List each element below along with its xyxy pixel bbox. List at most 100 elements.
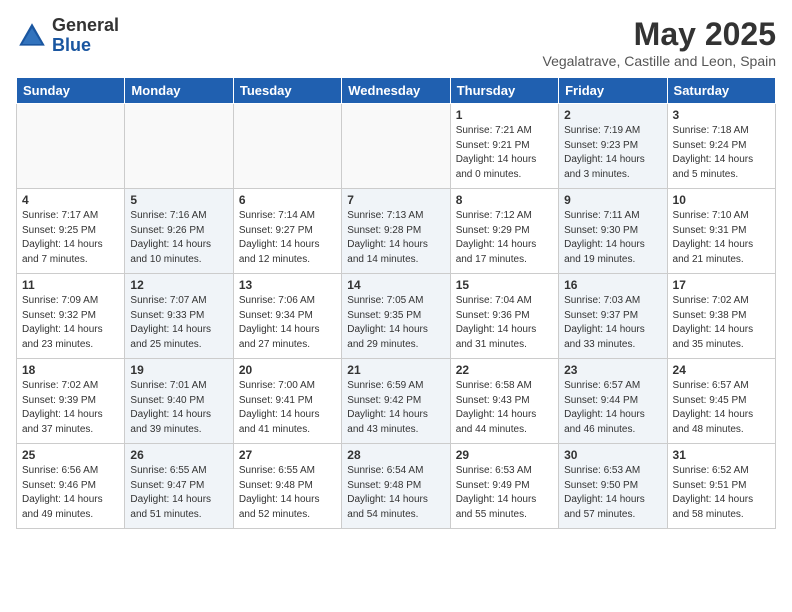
page-header: General Blue May 2025 Vegalatrave, Casti… — [16, 16, 776, 69]
month-title: May 2025 — [543, 16, 777, 53]
day-number: 25 — [22, 448, 119, 462]
calendar-cell: 10Sunrise: 7:10 AM Sunset: 9:31 PM Dayli… — [667, 189, 775, 274]
col-header-saturday: Saturday — [667, 78, 775, 104]
col-header-thursday: Thursday — [450, 78, 558, 104]
day-info: Sunrise: 6:57 AM Sunset: 9:45 PM Dayligh… — [673, 379, 770, 437]
day-number: 21 — [347, 363, 444, 377]
calendar-cell: 29 Sunrise: 6:53 AM Sunset: 9:49 PM Dayli… — [450, 444, 558, 529]
calendar-cell: 7 Sunrise: 7:13 AM Sunset: 9:28 PM Daylig… — [342, 189, 450, 274]
day-number: 7 — [347, 193, 444, 207]
calendar-cell: 14 Sunrise: 7:05 AM Sunset: 9:35 PM Dayli… — [342, 274, 450, 359]
day-number: 1 — [456, 108, 553, 122]
calendar-cell: 9 Sunrise: 7:11 AM Sunset: 9:30 PM Daylig… — [559, 189, 667, 274]
day-number: 26 — [130, 448, 227, 462]
title-block: May 2025 Vegalatrave, Castille and Leon,… — [543, 16, 777, 69]
day-info: Sunrise: 6:57 AM Sunset: 9:44 PM Dayligh… — [564, 379, 661, 437]
day-number: 29 — [456, 448, 553, 462]
calendar-cell: 3 Sunrise: 7:18 AM Sunset: 9:24 PM Daylig… — [667, 104, 775, 189]
day-number: 19 — [130, 363, 227, 377]
calendar-cell: 6 Sunrise: 7:14 AM Sunset: 9:27 PM Daylig… — [233, 189, 341, 274]
calendar-cell: 16Sunrise: 7:03 AM Sunset: 9:37 PM Dayli… — [559, 274, 667, 359]
day-info: Sunrise: 7:17 AM Sunset: 9:25 PM Dayligh… — [22, 209, 119, 267]
day-number: 6 — [239, 193, 336, 207]
col-header-friday: Friday — [559, 78, 667, 104]
calendar-cell: 31 Sunrise: 6:52 AM Sunset: 9:51 PM Dayli… — [667, 444, 775, 529]
day-info: Sunrise: 7:19 AM Sunset: 9:23 PM Dayligh… — [564, 124, 661, 182]
day-info: Sunrise: 6:56 AM Sunset: 9:46 PM Dayligh… — [22, 464, 119, 522]
calendar-cell: 17 Sunrise: 7:02 AM Sunset: 9:38 PM Dayli… — [667, 274, 775, 359]
day-number: 31 — [673, 448, 770, 462]
day-info: Sunrise: 7:10 AM Sunset: 9:31 PM Dayligh… — [673, 209, 770, 267]
day-number: 9 — [564, 193, 661, 207]
calendar-cell: 8 Sunrise: 7:12 AM Sunset: 9:29 PM Daylig… — [450, 189, 558, 274]
calendar-cell: 13Sunrise: 7:06 AM Sunset: 9:34 PM Dayli… — [233, 274, 341, 359]
day-info: Sunrise: 7:18 AM Sunset: 9:24 PM Dayligh… — [673, 124, 770, 182]
calendar-cell: 2 Sunrise: 7:19 AM Sunset: 9:23 PM Daylig… — [559, 104, 667, 189]
day-info: Sunrise: 7:03 AM Sunset: 9:37 PM Dayligh… — [564, 294, 661, 352]
day-info: Sunrise: 7:13 AM Sunset: 9:28 PM Dayligh… — [347, 209, 444, 267]
day-number: 12 — [130, 278, 227, 292]
calendar-cell: 1 Sunrise: 7:21 AM Sunset: 9:21 PM Daylig… — [450, 104, 558, 189]
col-header-sunday: Sunday — [17, 78, 125, 104]
day-info: Sunrise: 7:12 AM Sunset: 9:29 PM Dayligh… — [456, 209, 553, 267]
calendar-cell: 20 Sunrise: 7:00 AM Sunset: 9:41 PM Dayli… — [233, 359, 341, 444]
calendar-cell: 11Sunrise: 7:09 AM Sunset: 9:32 PM Dayli… — [17, 274, 125, 359]
day-info: Sunrise: 7:11 AM Sunset: 9:30 PM Dayligh… — [564, 209, 661, 267]
calendar-cell — [17, 104, 125, 189]
day-number: 28 — [347, 448, 444, 462]
day-number: 27 — [239, 448, 336, 462]
day-number: 24 — [673, 363, 770, 377]
day-info: Sunrise: 7:02 AM Sunset: 9:39 PM Dayligh… — [22, 379, 119, 437]
day-info: Sunrise: 7:06 AM Sunset: 9:34 PM Dayligh… — [239, 294, 336, 352]
day-info: Sunrise: 7:00 AM Sunset: 9:41 PM Dayligh… — [239, 379, 336, 437]
calendar-cell: 23Sunrise: 6:57 AM Sunset: 9:44 PM Dayli… — [559, 359, 667, 444]
calendar-cell — [233, 104, 341, 189]
day-info: Sunrise: 6:58 AM Sunset: 9:43 PM Dayligh… — [456, 379, 553, 437]
day-info: Sunrise: 7:14 AM Sunset: 9:27 PM Dayligh… — [239, 209, 336, 267]
day-info: Sunrise: 7:01 AM Sunset: 9:40 PM Dayligh… — [130, 379, 227, 437]
day-number: 2 — [564, 108, 661, 122]
calendar-cell: 15Sunrise: 7:04 AM Sunset: 9:36 PM Dayli… — [450, 274, 558, 359]
calendar-cell: 27Sunrise: 6:55 AM Sunset: 9:48 PM Dayli… — [233, 444, 341, 529]
day-number: 5 — [130, 193, 227, 207]
day-info: Sunrise: 6:52 AM Sunset: 9:51 PM Dayligh… — [673, 464, 770, 522]
col-header-tuesday: Tuesday — [233, 78, 341, 104]
day-info: Sunrise: 7:07 AM Sunset: 9:33 PM Dayligh… — [130, 294, 227, 352]
day-info: Sunrise: 7:09 AM Sunset: 9:32 PM Dayligh… — [22, 294, 119, 352]
calendar-cell: 24 Sunrise: 6:57 AM Sunset: 9:45 PM Dayli… — [667, 359, 775, 444]
col-header-monday: Monday — [125, 78, 233, 104]
calendar-cell: 18Sunrise: 7:02 AM Sunset: 9:39 PM Dayli… — [17, 359, 125, 444]
col-header-wednesday: Wednesday — [342, 78, 450, 104]
day-info: Sunrise: 7:02 AM Sunset: 9:38 PM Dayligh… — [673, 294, 770, 352]
day-info: Sunrise: 7:16 AM Sunset: 9:26 PM Dayligh… — [130, 209, 227, 267]
day-info: Sunrise: 7:05 AM Sunset: 9:35 PM Dayligh… — [347, 294, 444, 352]
logo: General Blue — [16, 16, 119, 56]
logo-text: General Blue — [52, 16, 119, 56]
calendar-cell — [125, 104, 233, 189]
calendar-cell: 30 Sunrise: 6:53 AM Sunset: 9:50 PM Dayli… — [559, 444, 667, 529]
day-info: Sunrise: 6:53 AM Sunset: 9:50 PM Dayligh… — [564, 464, 661, 522]
day-number: 15 — [456, 278, 553, 292]
day-info: Sunrise: 6:55 AM Sunset: 9:47 PM Dayligh… — [130, 464, 227, 522]
day-number: 17 — [673, 278, 770, 292]
day-info: Sunrise: 6:53 AM Sunset: 9:49 PM Dayligh… — [456, 464, 553, 522]
day-number: 3 — [673, 108, 770, 122]
calendar-cell: 5 Sunrise: 7:16 AM Sunset: 9:26 PM Daylig… — [125, 189, 233, 274]
calendar-cell: 25 Sunrise: 6:56 AM Sunset: 9:46 PM Dayli… — [17, 444, 125, 529]
location: Vegalatrave, Castille and Leon, Spain — [543, 53, 777, 69]
calendar-cell: 22Sunrise: 6:58 AM Sunset: 9:43 PM Dayli… — [450, 359, 558, 444]
logo-icon — [16, 20, 48, 52]
day-number: 14 — [347, 278, 444, 292]
logo-general: General — [52, 15, 119, 35]
calendar-cell: 28Sunrise: 6:54 AM Sunset: 9:48 PM Dayli… — [342, 444, 450, 529]
calendar-cell: 21Sunrise: 6:59 AM Sunset: 9:42 PM Dayli… — [342, 359, 450, 444]
day-number: 30 — [564, 448, 661, 462]
calendar-cell: 26 Sunrise: 6:55 AM Sunset: 9:47 PM Dayli… — [125, 444, 233, 529]
day-info: Sunrise: 7:21 AM Sunset: 9:21 PM Dayligh… — [456, 124, 553, 182]
calendar-cell: 4 Sunrise: 7:17 AM Sunset: 9:25 PM Daylig… — [17, 189, 125, 274]
logo-blue: Blue — [52, 35, 91, 55]
calendar-cell — [342, 104, 450, 189]
day-number: 8 — [456, 193, 553, 207]
day-number: 20 — [239, 363, 336, 377]
day-number: 4 — [22, 193, 119, 207]
